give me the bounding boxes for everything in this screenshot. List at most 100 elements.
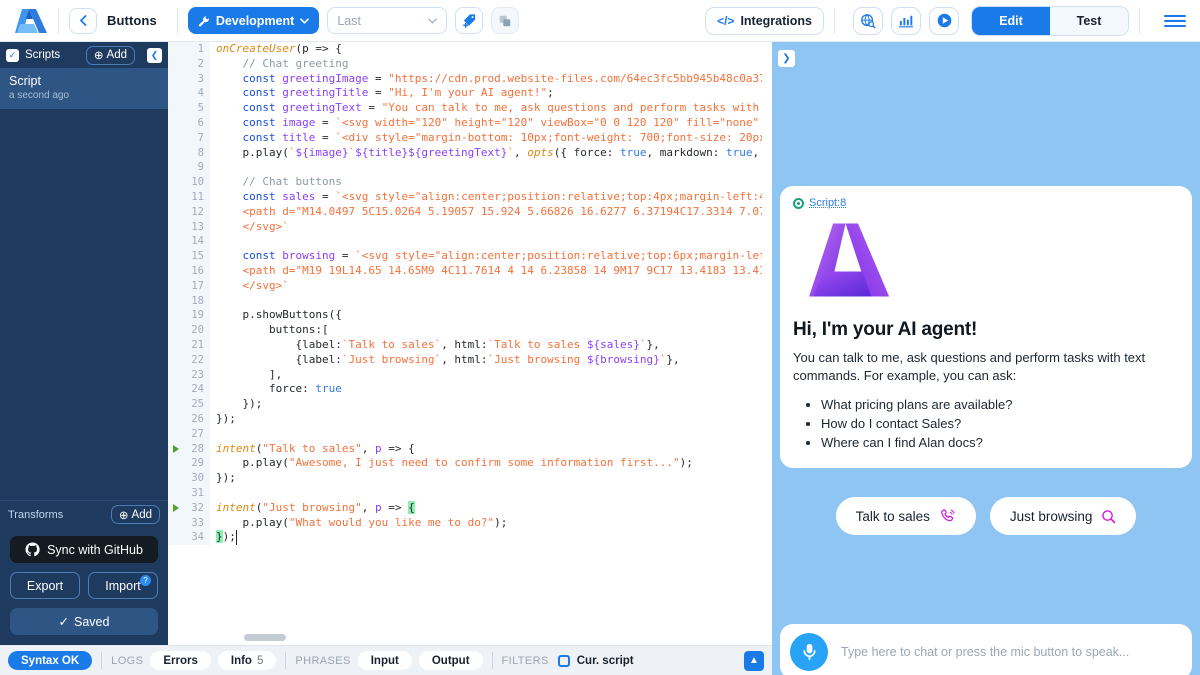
info-tab[interactable]: Info 5: [218, 651, 276, 670]
code-lines-container: 1onCreateUser(p => {2 // Chat greeting3 …: [168, 42, 772, 545]
code-line[interactable]: 7 const title = `<div style="margin-bott…: [168, 131, 772, 146]
code-line[interactable]: 21 {label:`Talk to sales`, html:`Talk to…: [168, 338, 772, 353]
version-select[interactable]: Last: [327, 7, 447, 34]
code-line[interactable]: 5 const greetingText = "You can talk to …: [168, 101, 772, 116]
code-line[interactable]: 1onCreateUser(p => {: [168, 42, 772, 57]
expand-panel-button[interactable]: ▲: [744, 651, 764, 671]
code-line[interactable]: 10 // Chat buttons: [168, 175, 772, 190]
editor-vertical-scrollbar[interactable]: [762, 42, 772, 631]
integrations-label: Integrations: [740, 14, 812, 28]
tab-edit[interactable]: Edit: [972, 7, 1050, 35]
code-line[interactable]: 12 <path d="M14.0497 5C15.0264 5.19057 1…: [168, 205, 772, 220]
environment-selector[interactable]: Development: [188, 7, 320, 34]
alan-studio-app: Buttons Development Last: [0, 0, 1200, 675]
code-line[interactable]: 23 ],: [168, 368, 772, 383]
code-line[interactable]: 30});: [168, 471, 772, 486]
export-import-row: Export Import ?: [10, 572, 158, 599]
code-line[interactable]: 29 p.play("Awesome, I just need to confi…: [168, 456, 772, 471]
transforms-header: Transforms ⊕ Add: [0, 500, 168, 528]
import-button[interactable]: Import ?: [88, 572, 158, 599]
export-button[interactable]: Export: [10, 572, 80, 599]
sync-with-github-button[interactable]: Sync with GitHub: [10, 536, 158, 563]
line-text: ],: [216, 368, 282, 383]
back-button[interactable]: [69, 8, 97, 34]
add-tag-button[interactable]: [455, 7, 483, 34]
play-circle-icon: [936, 12, 953, 29]
import-help-badge[interactable]: ?: [140, 575, 151, 586]
saved-button[interactable]: ✓ Saved: [10, 608, 158, 635]
code-line[interactable]: 17 </svg>`: [168, 279, 772, 294]
edit-test-toggle[interactable]: Edit Test: [971, 6, 1129, 36]
code-line[interactable]: 9: [168, 160, 772, 175]
sidebar-item-script[interactable]: Script a second ago: [0, 68, 168, 109]
scripts-checkbox-icon[interactable]: ✓: [6, 49, 19, 62]
quick-reply-button-0[interactable]: Talk to sales: [836, 497, 976, 535]
phrases-output-tab[interactable]: Output: [419, 651, 483, 670]
chat-input[interactable]: [841, 645, 1182, 659]
analytics-button[interactable]: [891, 7, 921, 35]
mic-button[interactable]: [790, 633, 828, 671]
cur-script-checkbox[interactable]: [558, 655, 570, 667]
line-number: 7: [168, 131, 204, 146]
code-line[interactable]: 28intent("Talk to sales", p => {: [168, 442, 772, 457]
integrations-button[interactable]: </> Integrations: [705, 7, 824, 35]
line-text: // Chat buttons: [216, 175, 342, 190]
collapse-sidebar-button[interactable]: ❮: [147, 48, 162, 63]
code-line[interactable]: 15 const browsing = `<svg style="align:c…: [168, 249, 772, 264]
code-line[interactable]: 27: [168, 427, 772, 442]
quick-reply-button-1[interactable]: Just browsing: [990, 497, 1137, 535]
line-text: p.play("Awesome, I just need to confirm …: [216, 456, 693, 471]
phrases-input-tab[interactable]: Input: [358, 651, 412, 670]
line-number: 5: [168, 101, 204, 116]
globe-search-button[interactable]: [853, 7, 883, 35]
line-number: 21: [168, 338, 204, 353]
tab-test[interactable]: Test: [1050, 7, 1128, 35]
quick-reply-buttons: Talk to sales Just browsing: [772, 497, 1200, 535]
duplicate-button[interactable]: [491, 7, 519, 34]
line-number: 34: [168, 530, 204, 545]
phone-ring-icon: [939, 508, 956, 525]
chat-input-bar[interactable]: [780, 624, 1192, 675]
errors-tab[interactable]: Errors: [150, 651, 211, 670]
code-line[interactable]: 13 </svg>`: [168, 220, 772, 235]
code-line[interactable]: 34});: [168, 530, 772, 545]
code-line[interactable]: 32intent("Just browsing", p => {: [168, 501, 772, 516]
add-script-button[interactable]: ⊕ Add: [86, 46, 135, 65]
code-line[interactable]: 6 const image = `<svg width="120" height…: [168, 116, 772, 131]
code-line[interactable]: 14: [168, 234, 772, 249]
add-transform-button[interactable]: ⊕ Add: [111, 505, 160, 524]
line-number: 17: [168, 279, 204, 294]
code-line[interactable]: 25 });: [168, 397, 772, 412]
code-line[interactable]: 3 const greetingImage = "https://cdn.pro…: [168, 72, 772, 87]
run-button[interactable]: [929, 7, 959, 35]
bubble-source-link[interactable]: Script:8: [809, 197, 846, 209]
line-number: 31: [168, 486, 204, 501]
code-line[interactable]: 19 p.showButtons({: [168, 308, 772, 323]
syntax-status-badge[interactable]: Syntax OK: [8, 651, 92, 670]
code-line[interactable]: 11 const sales = `<svg style="align:cent…: [168, 190, 772, 205]
plus-circle-icon: ⊕: [94, 48, 104, 62]
code-line[interactable]: 16 <path d="M19 19L14.65 14.65M9 4C11.76…: [168, 264, 772, 279]
chat-panel-toggle[interactable]: ❯: [778, 50, 795, 67]
code-editor[interactable]: 1onCreateUser(p => {2 // Chat greeting3 …: [168, 42, 772, 645]
code-line[interactable]: 2 // Chat greeting: [168, 57, 772, 72]
code-line[interactable]: 31: [168, 486, 772, 501]
code-line[interactable]: 8 p.play(`${image}`${title}${greetingTex…: [168, 146, 772, 161]
line-text: onCreateUser(p => {: [216, 42, 342, 57]
alan-logo[interactable]: [14, 6, 48, 36]
code-line[interactable]: 4 const greetingTitle = "Hi, I'm your AI…: [168, 86, 772, 101]
code-line[interactable]: 18: [168, 294, 772, 309]
line-text: p.play(`${image}`${title}${greetingText}…: [216, 146, 772, 161]
line-number: 25: [168, 397, 204, 412]
code-line[interactable]: 24 force: true: [168, 382, 772, 397]
code-line[interactable]: 22 {label:`Just browsing`, html:`Just br…: [168, 353, 772, 368]
code-line[interactable]: 20 buttons:[: [168, 323, 772, 338]
status-divider-3: [492, 652, 493, 669]
code-line[interactable]: 26});: [168, 412, 772, 427]
scroll-thumb[interactable]: [244, 634, 286, 641]
hamburger-menu-icon[interactable]: [1162, 13, 1188, 29]
editor-horizontal-scrollbar[interactable]: [168, 631, 772, 645]
line-text: p.play("What would you like me to do?");: [216, 516, 507, 531]
code-line[interactable]: 33 p.play("What would you like me to do?…: [168, 516, 772, 531]
line-number: 29: [168, 456, 204, 471]
